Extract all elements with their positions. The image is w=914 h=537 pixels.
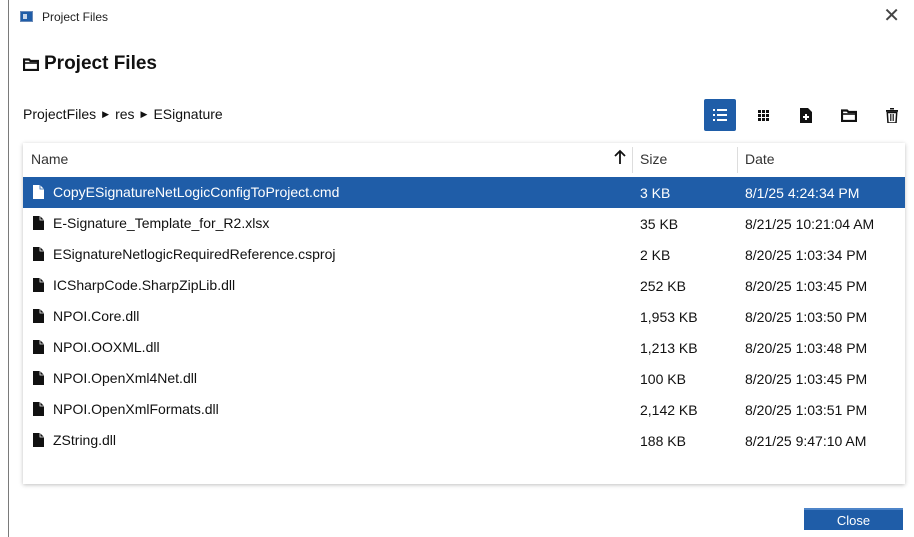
table-row[interactable]: ICSharpCode.SharpZipLib.dll 252 KB 8/20/25… bbox=[23, 270, 905, 301]
project-files-dialog: Project Files ✕ Project Files ProjectFil… bbox=[8, 0, 914, 537]
trash-icon bbox=[886, 107, 898, 123]
breadcrumb-separator-icon: ▶ bbox=[140, 108, 148, 119]
file-size: 1,213 KB bbox=[640, 340, 698, 356]
file-date: 8/21/25 10:21:04 AM bbox=[745, 216, 875, 232]
file-size: 100 KB bbox=[640, 371, 686, 387]
page-title: Project Files bbox=[44, 53, 157, 74]
file-name: ICSharpCode.SharpZipLib.dll bbox=[53, 277, 236, 293]
file-size: 2,142 KB bbox=[640, 402, 698, 418]
file-name: NPOI.OpenXmlFormats.dll bbox=[53, 401, 219, 417]
file-date: 8/20/25 1:03:50 PM bbox=[745, 309, 868, 325]
new-folder-button[interactable] bbox=[833, 99, 865, 131]
file-size: 252 KB bbox=[640, 278, 686, 294]
file-icon bbox=[33, 433, 44, 447]
sort-ascending-icon[interactable] bbox=[614, 149, 626, 165]
file-icon bbox=[33, 216, 44, 230]
file-size: 3 KB bbox=[640, 185, 671, 201]
table-row[interactable]: NPOI.OOXML.dll 1,213 KB 8/20/25 1:03:48 PM bbox=[23, 332, 905, 363]
delete-button[interactable] bbox=[876, 99, 908, 131]
file-name: CopyESignatureNetLogicConfigToProject.cm… bbox=[53, 184, 340, 200]
breadcrumb-item-esignature[interactable]: ESignature bbox=[153, 106, 222, 122]
file-date: 8/20/25 1:03:34 PM bbox=[745, 247, 868, 263]
breadcrumb: ProjectFiles ▶ res ▶ ESignature bbox=[23, 106, 223, 122]
file-name: NPOI.Core.dll bbox=[53, 308, 140, 324]
breadcrumb-separator-icon: ▶ bbox=[102, 108, 110, 119]
new-folder-icon bbox=[841, 109, 857, 122]
file-name: NPOI.OOXML.dll bbox=[53, 339, 160, 355]
app-window-icon bbox=[20, 11, 33, 22]
file-name: ESignatureNetlogicRequiredReference.cspr… bbox=[53, 246, 336, 262]
column-divider[interactable] bbox=[737, 147, 738, 173]
table-row[interactable]: NPOI.OpenXmlFormats.dll 2,142 KB 8/20/25 1… bbox=[23, 394, 905, 425]
file-name: NPOI.OpenXml4Net.dll bbox=[53, 370, 197, 386]
toolbar bbox=[704, 99, 908, 131]
table-row[interactable]: E-Signature_Template_for_R2.xlsx 35 KB 8/2… bbox=[23, 208, 905, 239]
file-icon bbox=[33, 371, 44, 385]
dialog-header: Project Files bbox=[23, 53, 157, 75]
file-icon bbox=[33, 278, 44, 292]
file-date: 8/20/25 1:03:45 PM bbox=[745, 278, 868, 294]
breadcrumb-item-res[interactable]: res bbox=[115, 106, 134, 122]
list-view-icon bbox=[713, 109, 727, 121]
column-header-name[interactable]: Name bbox=[31, 151, 68, 167]
table-row[interactable]: NPOI.Core.dll 1,953 KB 8/20/25 1:03:50 PM bbox=[23, 301, 905, 332]
table-row[interactable]: CopyESignatureNetLogicConfigToProject.cm… bbox=[23, 177, 905, 208]
file-size: 2 KB bbox=[640, 247, 671, 263]
breadcrumb-item-projectfiles[interactable]: ProjectFiles bbox=[23, 106, 96, 122]
grid-view-icon bbox=[757, 109, 769, 121]
table-row[interactable]: ESignatureNetlogicRequiredReference.cspr… bbox=[23, 239, 905, 270]
file-date: 8/1/25 4:24:34 PM bbox=[745, 185, 860, 201]
folder-icon bbox=[23, 58, 39, 71]
table-row[interactable]: NPOI.OpenXml4Net.dll 100 KB 8/20/25 1:03:4… bbox=[23, 363, 905, 394]
file-list: Name Size Date CopyESignatureNetLogicCon… bbox=[23, 143, 905, 484]
file-date: 8/20/25 1:03:51 PM bbox=[745, 402, 868, 418]
file-icon bbox=[33, 185, 44, 199]
file-list-header: Name Size Date bbox=[23, 143, 905, 176]
file-name: E-Signature_Template_for_R2.xlsx bbox=[53, 215, 270, 231]
file-icon bbox=[33, 340, 44, 354]
file-icon bbox=[33, 309, 44, 323]
column-divider[interactable] bbox=[632, 147, 633, 173]
file-size: 1,953 KB bbox=[640, 309, 698, 325]
close-button[interactable]: Close bbox=[804, 508, 903, 530]
column-header-size[interactable]: Size bbox=[640, 151, 667, 167]
file-size: 188 KB bbox=[640, 433, 686, 449]
grid-view-button[interactable] bbox=[747, 99, 779, 131]
list-view-button[interactable] bbox=[704, 99, 736, 131]
file-size: 35 KB bbox=[640, 216, 679, 232]
column-header-date[interactable]: Date bbox=[745, 151, 775, 167]
table-row[interactable]: ZString.dll 188 KB 8/21/25 9:47:10 AM bbox=[23, 425, 905, 456]
file-name: ZString.dll bbox=[53, 432, 117, 448]
title-bar[interactable]: Project Files ✕ bbox=[9, 0, 914, 34]
file-icon bbox=[33, 402, 44, 416]
file-date: 8/21/25 9:47:10 AM bbox=[745, 433, 867, 449]
file-icon bbox=[33, 247, 44, 261]
new-file-icon bbox=[800, 107, 812, 123]
window-title: Project Files bbox=[42, 10, 109, 24]
new-file-button[interactable] bbox=[790, 99, 822, 131]
file-date: 8/20/25 1:03:48 PM bbox=[745, 340, 868, 356]
file-date: 8/20/25 1:03:45 PM bbox=[745, 371, 868, 387]
window-close-icon[interactable]: ✕ bbox=[883, 5, 900, 27]
